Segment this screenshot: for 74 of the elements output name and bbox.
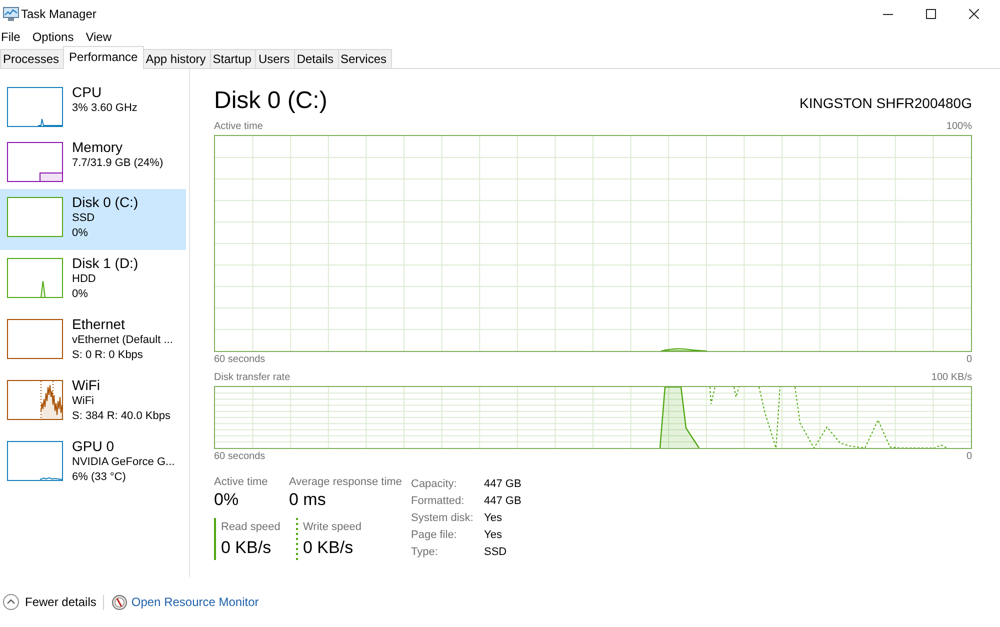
monitor-icon [3,7,19,21]
resource-detail: SSD [72,211,95,226]
window-title: Task Manager [21,7,96,21]
tab[interactable]: Users [255,49,295,68]
graph-min-label: 0 [966,451,972,463]
property-label: Page file: [411,528,457,540]
resource-detail: NVIDIA GeForce G... [72,455,175,470]
time-span-label: 60 seconds [214,354,266,366]
disk-title: Disk 0 (C:) [214,87,328,115]
resource-name: Memory [72,139,123,156]
resource-name: WiFi [72,377,100,394]
maximize-icon [926,9,936,19]
tab[interactable]: App history [142,49,211,68]
resource-detail: WiFi [72,394,94,408]
property-value: Yes [484,512,502,524]
graph-max-label: 100% [946,121,972,133]
dotted-line-icon [296,518,298,560]
close-icon [968,9,978,19]
tab[interactable]: Processes [0,49,64,68]
resource-name: Disk 1 (D:) [72,255,138,272]
stat-label: Write speed [303,520,362,534]
fewer-details-button[interactable]: Fewer details [3,594,96,610]
resource-detail: 7.7/31.9 GB (24%) [72,156,164,170]
stat-value: 0 ms [289,489,326,511]
resource-detail: 0% [72,286,88,301]
resource-detail: HDD [72,272,96,286]
graph-label: Active time [214,121,263,133]
resource-detail: vEthernet (Default ... [72,333,173,348]
time-span-label: 60 seconds [214,451,266,463]
resource-item[interactable]: Disk 0 (C:) SSD 0% [0,189,186,250]
graph-max-label: 100 KB/s [931,372,972,384]
tab[interactable]: Startup [210,49,256,68]
menu-item[interactable]: File [1,30,20,44]
resource-name: CPU [72,84,102,101]
resource-detail: 6% (33 °C) [72,470,126,484]
property-value: Yes [484,528,502,540]
property-label: Formatted: [411,494,464,506]
resource-monitor-link[interactable]: Open Resource Monitor [131,595,259,609]
disk-model: KINGSTON SHFR200480G [800,95,972,112]
stat-value: 0 KB/s [221,537,272,559]
menu-item[interactable]: Options [32,30,74,44]
resource-detail: 0% [72,226,88,240]
property-value: 447 GB [484,478,522,490]
graph-label: Disk transfer rate [214,372,290,384]
tab[interactable]: Details [294,49,338,68]
property-value: 447 GB [484,494,522,506]
gauge-icon [112,594,128,610]
resource-item[interactable]: Ethernet vEthernet (Default ... S: 0 R: 0 Kbps [0,311,186,372]
resource-item[interactable]: CPU 3% 3.60 GHz [0,79,186,134]
stat-label: Read speed [221,520,280,534]
resource-item[interactable]: WiFi WiFi S: 384 R: 40.0 Kbps [0,372,186,433]
resource-item[interactable]: Disk 1 (D:) HDD 0% [0,250,186,311]
resource-detail: S: 0 R: 0 Kbps [72,348,143,362]
solid-line-icon [214,518,216,560]
resource-name: Ethernet [72,316,125,333]
tab[interactable]: Performance [63,46,144,69]
property-label: Type: [411,546,438,558]
stat-value: 0 KB/s [303,537,354,559]
stat-value: 0% [214,489,239,511]
stat-label: Active time [214,475,268,489]
menu-item[interactable]: View [86,30,112,44]
chevron-up-icon [3,594,19,610]
graph-min-label: 0 [966,354,972,366]
tab[interactable]: Services [338,49,392,68]
resource-item[interactable]: GPU 0 NVIDIA GeForce G... 6% (33 °C) [0,433,186,494]
resource-detail: S: 384 R: 40.0 Kbps [72,408,170,423]
resource-name: Disk 0 (C:) [72,194,138,211]
property-value: SSD [484,546,507,558]
resource-item[interactable]: Memory 7.7/31.9 GB (24%) [0,134,186,189]
resource-name: GPU 0 [72,438,114,455]
resource-detail: 3% 3.60 GHz [72,101,138,116]
stat-label: Average response time [289,475,402,489]
property-label: Capacity: [411,478,457,490]
property-label: System disk: [411,512,474,524]
